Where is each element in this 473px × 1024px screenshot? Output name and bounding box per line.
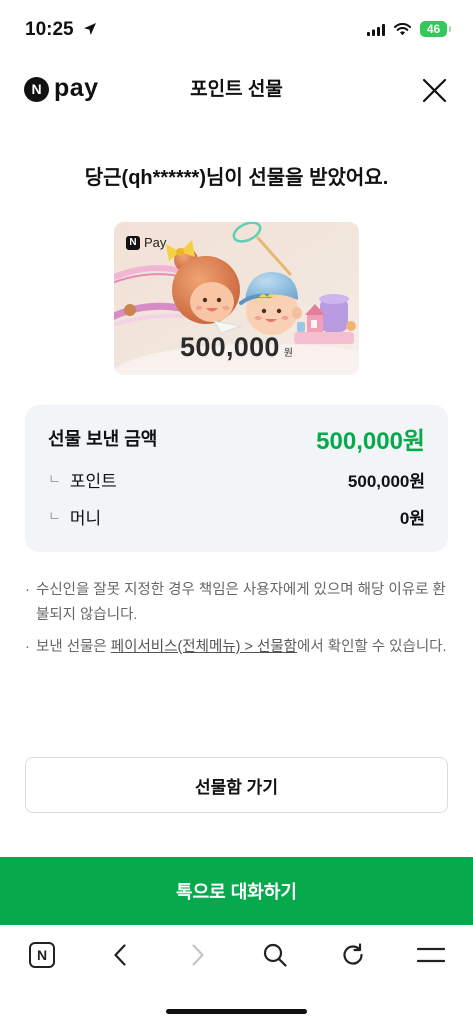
notice-text-after: 에서 확인할 수 있습니다. xyxy=(297,639,447,655)
summary-points-value: 500,000원 xyxy=(347,471,425,491)
sub-item-prefix: ㄴ xyxy=(48,508,61,524)
browser-toolbar: N xyxy=(0,925,473,990)
status-bar: 10:25 46 xyxy=(0,0,473,60)
search-icon[interactable] xyxy=(263,943,287,967)
notice-bullet: · xyxy=(25,639,30,655)
toy-ball xyxy=(124,304,136,316)
gift-summary-box: 선물 보낸 금액 500,000원 ㄴ 포인트 500,000원 ㄴ 머니 0원 xyxy=(25,405,448,552)
talk-chat-label: 톡으로 대화하기 xyxy=(176,882,297,902)
card-amount-row: 500,000 원 xyxy=(114,330,359,364)
summary-points-left: ㄴ 포인트 xyxy=(48,467,117,492)
go-to-gift-box-label: 선물함 가기 xyxy=(195,777,278,797)
naver-home-icon[interactable]: N xyxy=(29,942,55,968)
close-icon[interactable] xyxy=(422,78,447,103)
summary-points-row: ㄴ 포인트 500,000원 xyxy=(48,466,425,492)
forward-chevron-icon[interactable] xyxy=(192,944,204,966)
summary-money-label: 머니 xyxy=(69,508,102,528)
battery-icon: 46 xyxy=(420,21,447,37)
card-logo-text: Pay xyxy=(144,235,167,250)
summary-money-value: 0원 xyxy=(399,508,425,528)
notice-text-before: 보낸 선물은 xyxy=(36,639,111,655)
sub-item-prefix: ㄴ xyxy=(48,471,61,487)
card-amount: 500,000 xyxy=(180,332,280,362)
battery-nub xyxy=(449,26,451,32)
notice-list: · 수신인을 잘못 지정한 경우 책임은 사용자에게 있으며 해당 이유로 환불… xyxy=(25,578,448,667)
summary-money-left: ㄴ 머니 xyxy=(48,504,101,529)
naver-home-mark: N xyxy=(36,947,48,963)
card-logo-mark: N xyxy=(126,236,140,250)
back-chevron-icon[interactable] xyxy=(114,944,126,966)
summary-money-row: ㄴ 머니 0원 xyxy=(48,503,425,529)
talk-chat-button[interactable]: 톡으로 대화하기 xyxy=(0,857,473,925)
home-indicator[interactable] xyxy=(166,1009,307,1014)
gift-box-path-link[interactable]: 페이서비스(전체메뉴) > 선물함 xyxy=(111,639,297,655)
gift-card: N Pay 500,000 원 xyxy=(114,222,359,375)
menu-icon[interactable] xyxy=(417,947,445,963)
status-time: 10:25 xyxy=(25,19,74,40)
notice-bullet: · xyxy=(25,582,30,598)
card-amount-unit: 원 xyxy=(283,348,293,359)
refresh-icon[interactable] xyxy=(341,943,365,967)
summary-total-value: 500,000원 xyxy=(316,427,425,455)
summary-points-label: 포인트 xyxy=(69,471,117,491)
summary-total-label: 선물 보낸 금액 xyxy=(48,429,158,449)
go-to-gift-box-button[interactable]: 선물함 가기 xyxy=(25,757,448,813)
location-arrow-icon xyxy=(83,22,97,36)
summary-total-row: 선물 보낸 금액 500,000원 xyxy=(48,422,425,455)
wifi-icon xyxy=(394,23,411,36)
notice-item: · 수신인을 잘못 지정한 경우 책임은 사용자에게 있으며 해당 이유로 환불… xyxy=(25,578,448,628)
cellular-signal-icon xyxy=(367,24,385,36)
notice-item: · 보낸 선물은 페이서비스(전체메뉴) > 선물함에서 확인할 수 있습니다. xyxy=(25,635,448,660)
notice-text: 보낸 선물은 페이서비스(전체메뉴) > 선물함에서 확인할 수 있습니다. xyxy=(36,635,448,660)
gift-received-message: 당근(qh******)님이 선물을 받았어요. xyxy=(84,167,389,189)
page-title: 포인트 선물 xyxy=(190,79,283,100)
notice-text: 수신인을 잘못 지정한 경우 책임은 사용자에게 있으며 해당 이유로 환불되지… xyxy=(36,582,446,623)
battery-level: 46 xyxy=(426,22,441,36)
